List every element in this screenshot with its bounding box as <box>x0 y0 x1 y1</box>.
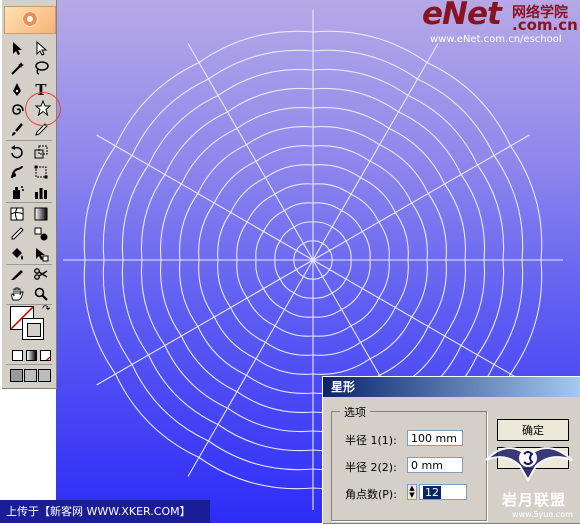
tools-divider <box>6 140 52 141</box>
rotate-icon[interactable] <box>6 142 28 162</box>
column-graph-icon[interactable] <box>30 182 52 202</box>
tools-divider <box>6 202 52 203</box>
brand-logo-text: eNet <box>422 0 502 32</box>
points-field[interactable]: 12 <box>419 484 467 500</box>
scale-icon[interactable] <box>30 142 52 162</box>
direct-selection-icon[interactable] <box>30 38 52 58</box>
watermark-text: 岩月联盟 <box>502 491 567 509</box>
radius2-field[interactable]: 0 mm <box>407 457 463 473</box>
live-paint-bucket-icon[interactable] <box>6 244 28 264</box>
radius1-field[interactable]: 100 mm <box>407 430 463 446</box>
hand-icon[interactable] <box>6 284 28 304</box>
mesh-icon[interactable] <box>6 204 28 224</box>
eyedropper-icon[interactable] <box>6 224 28 244</box>
tools-panel-body: T ↷ <box>2 0 57 389</box>
live-paint-selection-icon[interactable] <box>30 244 52 264</box>
brand-domain: .com.cn <box>512 16 578 34</box>
screen-mode-full-icon[interactable] <box>38 369 51 382</box>
options-group-label: 选项 <box>340 404 370 420</box>
pen-icon[interactable] <box>6 80 28 100</box>
screen-mode-full-menu-icon[interactable] <box>24 369 37 382</box>
screen-mode-normal-icon[interactable] <box>10 369 23 382</box>
lasso-icon[interactable] <box>30 58 52 78</box>
magic-wand-icon[interactable] <box>6 58 28 78</box>
selection-icon[interactable] <box>6 38 28 58</box>
points-label: 角点数(P): <box>345 488 397 501</box>
tools-panel: T ↷ <box>0 0 57 523</box>
gradient-icon[interactable] <box>30 204 52 224</box>
color-mode-gradient-icon[interactable] <box>26 350 37 361</box>
upload-caption: 上传于【新客网 WWW.XKER.COM】 <box>0 500 210 523</box>
blend-icon[interactable] <box>30 224 52 244</box>
radius2-label: 半径 2(2): <box>345 461 397 474</box>
fill-stroke-swatch[interactable]: ↷ <box>10 304 52 342</box>
paintbrush-icon[interactable] <box>6 120 28 140</box>
radius1-label: 半径 1(1): <box>345 434 397 447</box>
free-transform-icon[interactable] <box>30 162 52 182</box>
color-mode-none-icon[interactable] <box>40 350 51 361</box>
brand-url: www.eNet.com.cn/eschool <box>430 34 562 45</box>
star-tool-highlight <box>25 92 61 126</box>
watermark-url: www.5yue.com <box>512 510 573 519</box>
zoom-icon[interactable] <box>30 284 52 304</box>
points-stepper[interactable]: ▲ ▼ <box>407 484 417 500</box>
points-value: 12 <box>423 486 441 499</box>
watermark-logo: 岩月联盟 www.5yue.com <box>478 418 580 523</box>
stroke-swatch[interactable] <box>22 318 44 340</box>
color-mode-color-icon[interactable] <box>12 350 23 361</box>
scissors-icon[interactable] <box>30 264 52 284</box>
swap-fill-stroke-icon[interactable]: ↷ <box>42 304 50 315</box>
app-logo <box>4 6 56 34</box>
tools-divider <box>6 364 52 365</box>
site-brand: eNet 网络学院 .com.cn www.eNet.com.cn/eschoo… <box>420 0 580 50</box>
symbol-sprayer-icon[interactable] <box>6 182 28 202</box>
slice-icon[interactable] <box>6 264 28 284</box>
dialog-title: 星形 <box>323 377 580 397</box>
warp-icon[interactable] <box>6 162 28 182</box>
